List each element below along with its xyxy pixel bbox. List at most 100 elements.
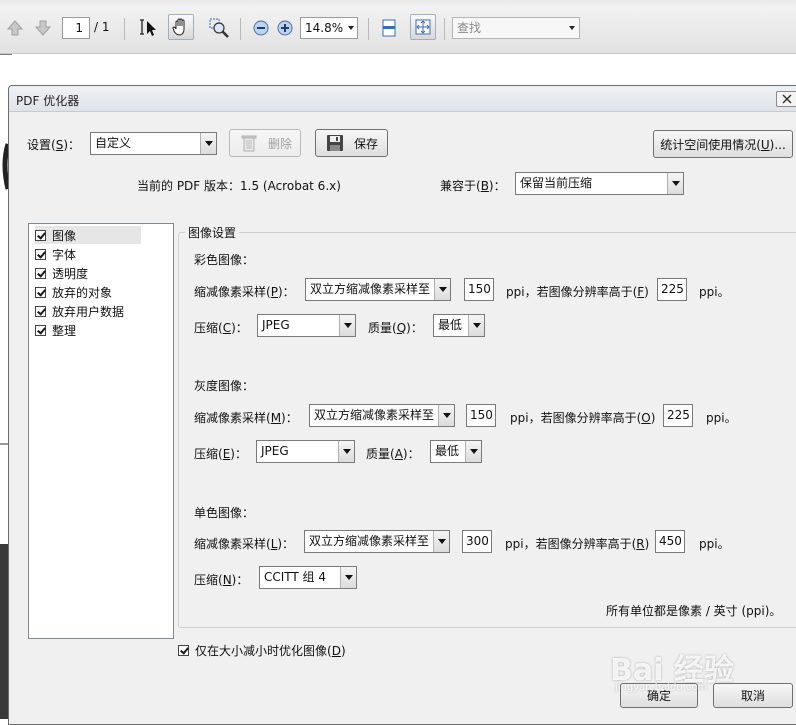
toolbar-separator (444, 18, 445, 40)
compatibility-label: 兼容于(B)： (440, 179, 506, 193)
audit-space-usage-label: 统计空间使用情况(U)... (660, 137, 786, 152)
fit-page-button[interactable] (376, 15, 402, 41)
category-checkbox[interactable] (35, 229, 46, 241)
gray-quality-value: 最低 (435, 444, 460, 458)
cancel-button-label: 取消 (740, 689, 765, 703)
category-item[interactable]: 放弃的对象 (35, 283, 112, 301)
trash-icon (238, 132, 260, 154)
page-number-input[interactable]: 1 (62, 17, 90, 39)
prev-page-button[interactable] (4, 17, 26, 39)
dialog-title: PDF 优化器 (16, 94, 80, 108)
zoom-in-button[interactable] (272, 15, 298, 41)
color-quality-select[interactable]: 最低 (433, 314, 485, 337)
fit-width-button[interactable] (410, 14, 436, 40)
image-settings-title: 图像设置 (185, 224, 240, 241)
gray-compression-label: 压缩(E)： (194, 447, 247, 461)
category-label: 图像 (52, 228, 77, 243)
fit-width-icon (415, 19, 431, 35)
category-item[interactable]: 放弃用户数据 (35, 302, 124, 320)
category-checkbox[interactable] (35, 305, 46, 317)
delete-button[interactable]: 删除 (229, 129, 301, 157)
mono-compression-label: 压缩(N)： (194, 573, 249, 587)
pdf-version-text: 当前的 PDF 版本：1.5 (Acrobat 6.x) (137, 179, 341, 193)
mono-ppi-unit: ppi。 (699, 537, 730, 551)
chevron-down-icon (339, 315, 355, 336)
chevron-down-icon (569, 26, 575, 30)
gray-compression-select[interactable]: JPEG (256, 440, 355, 463)
category-checkbox[interactable] (35, 324, 46, 336)
category-label: 放弃的对象 (52, 285, 113, 300)
mono-downsample-label: 缩减像素采样(L)： (194, 537, 295, 551)
mono-threshold-label: ppi，若图像分辨率高于(R) (505, 537, 650, 551)
color-threshold-ppi-input[interactable]: 225 (657, 278, 687, 301)
prev-page-icon (6, 20, 24, 36)
optimizer-category-list: 图像字体 透明度放弃的对象放弃用户数据 整理 (28, 223, 174, 639)
mono-downsample-select[interactable]: 双立方缩减像素采样至 (304, 530, 450, 553)
gray-quality-label: 质量(A)： (366, 447, 420, 461)
category-item[interactable]: 图像 (35, 226, 141, 244)
toolbar-separator (240, 18, 241, 40)
category-checkbox[interactable] (35, 267, 46, 279)
color-compression-value: JPEG (262, 318, 290, 332)
category-label: 整理 (52, 323, 77, 338)
color-quality-value: 最低 (438, 318, 463, 332)
category-checkbox[interactable] (35, 248, 46, 260)
gray-downsample-value: 双立方缩减像素采样至 (314, 408, 435, 422)
hand-tool-button[interactable] (168, 14, 194, 40)
settings-label: 设置(S)： (27, 138, 80, 152)
select-tool-button[interactable] (136, 15, 162, 41)
chevron-down-icon (468, 315, 484, 336)
zoom-level-value: 14.8% (305, 21, 344, 35)
next-page-button[interactable] (32, 17, 54, 39)
optimize-if-smaller-checkbox[interactable]: 仅在大小减小时优化图像(D) (178, 642, 346, 659)
mono-target-ppi-input[interactable]: 300 (462, 530, 492, 553)
zoom-level-combo[interactable]: 14.8% (300, 17, 358, 39)
chevron-down-icon (667, 173, 683, 194)
settings-preset-select[interactable]: 自定义 (90, 132, 217, 155)
compatibility-select[interactable]: 保留当前压缩 (515, 172, 684, 195)
find-placeholder: 查找 (457, 21, 482, 35)
dialog-close-button[interactable] (776, 91, 796, 107)
category-item[interactable]: 字体 (35, 245, 76, 263)
gray-target-ppi-input[interactable]: 150 (466, 404, 496, 427)
mono-threshold-ppi-input[interactable]: 450 (655, 530, 685, 553)
chevron-down-icon (338, 441, 354, 462)
audit-space-usage-button[interactable]: 统计空间使用情况(U)... (653, 130, 793, 158)
chevron-down-icon (438, 405, 454, 426)
marquee-zoom-button[interactable] (206, 15, 232, 41)
gray-images-heading: 灰度图像： (194, 379, 255, 393)
color-compression-select[interactable]: JPEG (257, 314, 356, 337)
optimize-if-smaller-label: 仅在大小减小时优化图像(D) (195, 644, 346, 658)
category-label: 放弃用户数据 (52, 304, 125, 319)
find-input[interactable]: 查找 (452, 17, 580, 39)
gray-downsample-select[interactable]: 双立方缩减像素采样至 (309, 404, 455, 427)
select-tool-icon (140, 19, 156, 36)
category-checkbox[interactable] (35, 286, 46, 298)
zoom-in-icon (277, 20, 293, 36)
gray-threshold-label: ppi，若图像分辨率高于(O) (510, 411, 656, 425)
save-button[interactable]: 保存 (315, 129, 388, 157)
gray-quality-select[interactable]: 最低 (430, 440, 482, 463)
gray-compression-value: JPEG (261, 444, 289, 458)
category-item[interactable]: 透明度 (35, 264, 88, 282)
category-item[interactable]: 整理 (35, 321, 76, 339)
mono-images-heading: 单色图像： (194, 506, 255, 520)
color-downsample-select[interactable]: 双立方缩减像素采样至 (305, 278, 451, 301)
color-downsample-label: 缩减像素采样(P)： (194, 285, 295, 299)
gray-downsample-label: 缩减像素采样(M)： (194, 411, 298, 425)
delete-button-label: 删除 (268, 136, 293, 151)
pdf-optimizer-dialog: PDF 优化器 设置(S)： 自定义 删除 保存 统计空间使用情况(U)... … (8, 85, 796, 725)
chevron-down-icon (348, 26, 354, 30)
color-compression-label: 压缩(C)： (194, 321, 248, 335)
color-images-heading: 彩色图像： (194, 253, 255, 267)
floppy-disk-icon (324, 132, 346, 154)
gray-threshold-ppi-input[interactable]: 225 (663, 404, 693, 427)
save-button-label: 保存 (354, 136, 379, 151)
main-toolbar: 1 / 1 14.8% 查找 (0, 0, 796, 54)
color-target-ppi-input[interactable]: 150 (464, 278, 494, 301)
gray-ppi-unit: ppi。 (706, 411, 737, 425)
zoom-out-button[interactable] (248, 15, 274, 41)
page-total-label: / 1 (94, 20, 110, 34)
mono-compression-select[interactable]: CCITT 组 4 (259, 566, 357, 589)
toolbar-top-strip (0, 0, 796, 6)
